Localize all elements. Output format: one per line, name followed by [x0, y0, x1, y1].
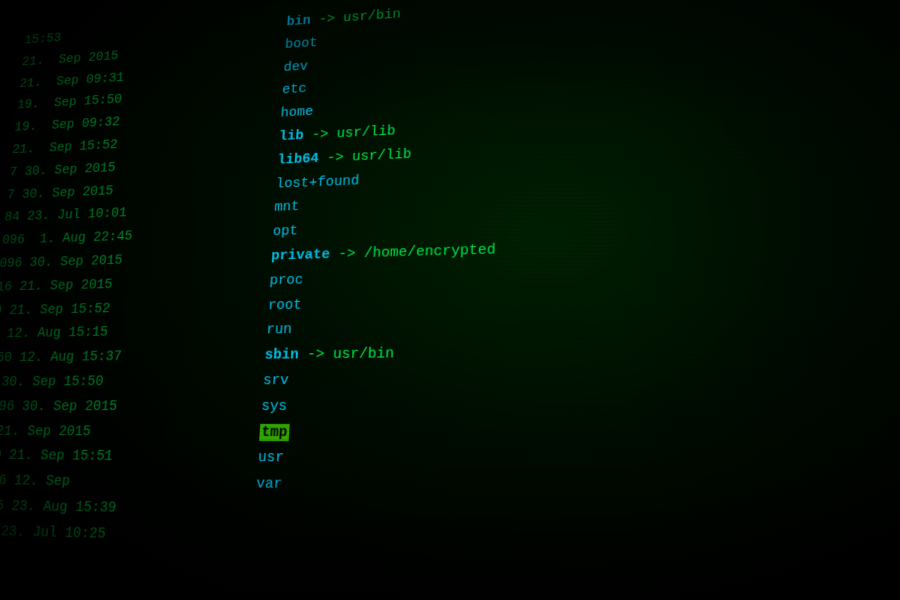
terminal-screen: 15:53 21. Sep 2015 21. Sep 09:31 19. Sep…	[0, 0, 900, 600]
col-files: bin -> usr/bin boot dev etc home lib -	[235, 0, 900, 600]
list-item: 23. Jul 10:25	[0, 519, 244, 551]
terminal-content: 15:53 21. Sep 2015 21. Sep 09:31 19. Sep…	[0, 0, 900, 600]
list-item: var	[255, 471, 900, 508]
list-item: 560 12. Aug 15:37	[0, 343, 256, 370]
list-item: 7 30. Sep 15:50	[0, 368, 255, 394]
terminal-grid: 15:53 21. Sep 2015 21. Sep 09:31 19. Sep…	[0, 0, 900, 600]
col-dates: 15:53 21. Sep 2015 21. Sep 09:31 19. Sep…	[0, 12, 279, 600]
list-item: 4096 12. Sep	[0, 468, 248, 497]
list-item: 7 12. Aug 15:15	[0, 318, 258, 346]
list-item: 0 21. Sep 2015	[0, 419, 251, 445]
list-item: sys	[261, 391, 900, 420]
list-item: 300 21. Sep 15:51	[0, 444, 249, 472]
list-item: 4096 30. Sep 2015	[0, 394, 253, 420]
